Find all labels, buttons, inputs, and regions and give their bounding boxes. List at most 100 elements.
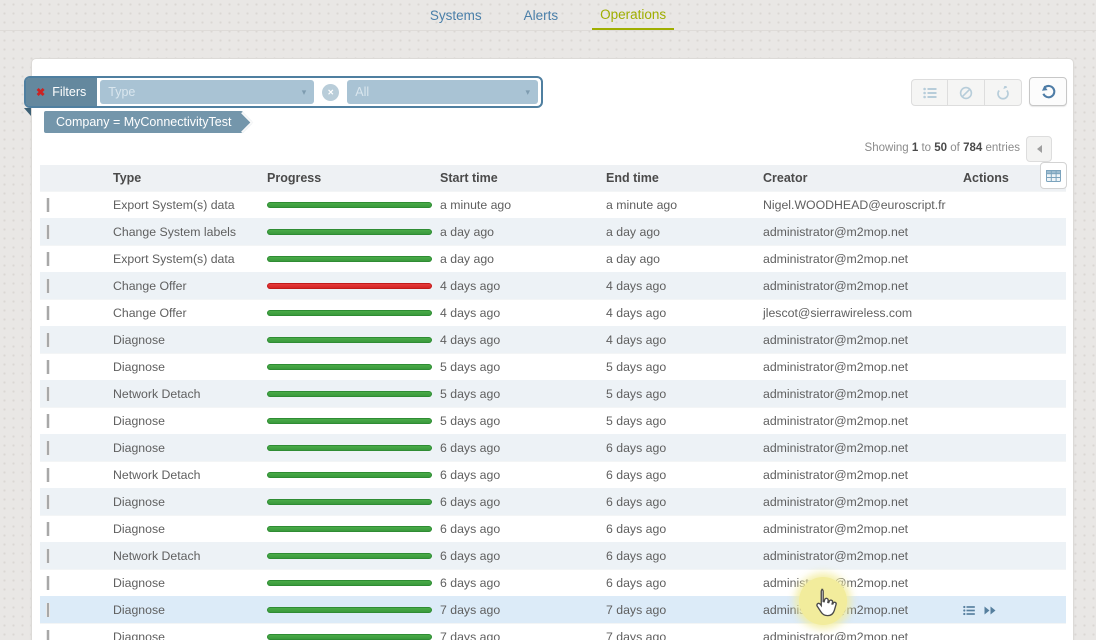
cell-end-time: 7 days ago xyxy=(606,630,667,640)
cancel-button[interactable] xyxy=(948,79,985,106)
table-row[interactable]: Change Offer 4 days ago 4 days ago admin… xyxy=(40,272,1066,299)
retry-button[interactable] xyxy=(985,79,1022,106)
row-checkbox[interactable] xyxy=(47,252,49,266)
table-row[interactable]: Diagnose 4 days ago 4 days ago administr… xyxy=(40,326,1066,353)
showing-to: 50 xyxy=(934,142,948,154)
operations-toolbar xyxy=(911,79,1022,106)
cell-creator: administrator@m2mop.net xyxy=(763,225,909,239)
cancel-circle-icon xyxy=(959,86,973,99)
row-checkbox[interactable] xyxy=(47,360,49,374)
row-checkbox[interactable] xyxy=(47,306,49,320)
row-checkbox[interactable] xyxy=(47,522,49,536)
details-button[interactable] xyxy=(911,79,948,106)
progress-bar xyxy=(267,607,432,613)
cell-type: Diagnose xyxy=(113,333,165,347)
resume-forward-icon[interactable] xyxy=(984,605,997,616)
column-chooser-button[interactable] xyxy=(1040,162,1067,189)
filters-toggle[interactable]: ✖ Filters xyxy=(26,78,98,106)
table-row[interactable]: Network Detach 6 days ago 6 days ago adm… xyxy=(40,542,1066,569)
row-checkbox[interactable] xyxy=(47,603,49,617)
undo-arrow-icon xyxy=(1041,84,1055,99)
tab-systems[interactable]: Systems xyxy=(422,0,490,30)
table-row[interactable]: Diagnose 6 days ago 6 days ago administr… xyxy=(40,515,1066,542)
showing-entries: Showing 1 to 50 of 784 entries xyxy=(864,142,1020,154)
details-list-icon xyxy=(922,87,936,98)
header-type[interactable]: Type xyxy=(105,171,260,185)
table-header: Type Progress Start time End time Creato… xyxy=(40,165,1066,191)
table-row[interactable]: Diagnose 5 days ago 5 days ago administr… xyxy=(40,407,1066,434)
cell-start-time: 6 days ago xyxy=(440,576,501,590)
cell-type: Diagnose xyxy=(113,630,165,640)
undo-button[interactable] xyxy=(1029,77,1067,106)
clear-filters-icon[interactable]: ✖ xyxy=(36,86,45,99)
previous-page-button[interactable] xyxy=(1026,136,1052,162)
cell-start-time: a minute ago xyxy=(440,198,512,212)
progress-bar xyxy=(267,553,432,559)
table-row[interactable]: Diagnose 6 days ago 6 days ago administr… xyxy=(40,434,1066,461)
progress-bar xyxy=(267,499,432,505)
cell-start-time: 6 days ago xyxy=(440,468,501,482)
filter-field-select[interactable]: Type ▾ xyxy=(100,80,315,104)
applied-filters: Company = MyConnectivityTest xyxy=(44,111,254,133)
row-actions xyxy=(963,605,997,616)
header-end-time[interactable]: End time xyxy=(598,171,755,185)
cell-start-time: a day ago xyxy=(440,252,495,266)
table-row[interactable]: Diagnose 6 days ago 6 days ago administr… xyxy=(40,569,1066,596)
tab-alerts[interactable]: Alerts xyxy=(516,0,567,30)
cell-type: Network Detach xyxy=(113,549,201,563)
details-list-icon[interactable] xyxy=(963,605,975,616)
progress-bar xyxy=(267,256,432,262)
cell-type: Diagnose xyxy=(113,441,165,455)
showing-total: 784 xyxy=(963,142,983,154)
filter-operator-icon[interactable]: ✕ xyxy=(322,83,340,101)
filters-label: Filters xyxy=(52,85,87,99)
row-checkbox[interactable] xyxy=(47,387,49,401)
cell-end-time: 6 days ago xyxy=(606,441,667,455)
header-start-time[interactable]: Start time xyxy=(432,171,598,185)
retry-arrow-icon xyxy=(997,85,1009,100)
row-checkbox[interactable] xyxy=(47,441,49,455)
table-row[interactable]: Diagnose 5 days ago 5 days ago administr… xyxy=(40,353,1066,380)
filter-value-value: All xyxy=(355,85,370,99)
cell-creator: administrator@m2mop.net xyxy=(763,468,909,482)
cell-end-time: 5 days ago xyxy=(606,387,667,401)
operations-table: Type Progress Start time End time Creato… xyxy=(40,165,1066,640)
table-row[interactable]: Diagnose 7 days ago 7 days ago administr… xyxy=(40,596,1066,623)
cell-end-time: a minute ago xyxy=(606,198,678,212)
cell-type: Diagnose xyxy=(113,603,165,617)
filter-value-select[interactable]: All ▾ xyxy=(347,80,538,104)
row-checkbox[interactable] xyxy=(47,576,49,590)
cell-end-time: a day ago xyxy=(606,225,661,239)
progress-bar xyxy=(267,634,432,640)
chevron-down-icon: ▾ xyxy=(301,86,307,97)
chevron-down-icon: ▾ xyxy=(525,86,530,97)
left-arrow-icon xyxy=(1036,145,1042,153)
tab-operations[interactable]: Operations xyxy=(592,0,675,30)
progress-bar xyxy=(267,337,432,343)
cell-type: Change Offer xyxy=(113,306,187,320)
row-checkbox[interactable] xyxy=(47,468,49,482)
table-row[interactable]: Network Detach 5 days ago 5 days ago adm… xyxy=(40,380,1066,407)
header-creator[interactable]: Creator xyxy=(755,171,955,185)
row-checkbox[interactable] xyxy=(47,279,49,293)
table-row[interactable]: Network Detach 6 days ago 6 days ago adm… xyxy=(40,461,1066,488)
table-row[interactable]: Export System(s) data a day ago a day ag… xyxy=(40,245,1066,272)
applied-filter-tag[interactable]: Company = MyConnectivityTest xyxy=(44,111,244,133)
row-checkbox[interactable] xyxy=(47,225,49,239)
table-row[interactable]: Change System labels a day ago a day ago… xyxy=(40,218,1066,245)
row-checkbox[interactable] xyxy=(47,495,49,509)
row-checkbox[interactable] xyxy=(47,630,49,640)
row-checkbox[interactable] xyxy=(47,414,49,428)
row-checkbox[interactable] xyxy=(47,549,49,563)
progress-bar xyxy=(267,283,432,289)
table-row[interactable]: Diagnose 7 days ago 7 days ago administr… xyxy=(40,623,1066,640)
progress-bar xyxy=(267,229,432,235)
row-checkbox[interactable] xyxy=(47,198,49,212)
cell-start-time: 6 days ago xyxy=(440,441,501,455)
table-row[interactable]: Diagnose 6 days ago 6 days ago administr… xyxy=(40,488,1066,515)
row-checkbox[interactable] xyxy=(47,333,49,347)
cell-type: Network Detach xyxy=(113,468,201,482)
table-row[interactable]: Export System(s) data a minute ago a min… xyxy=(40,191,1066,218)
header-progress[interactable]: Progress xyxy=(260,171,432,185)
table-row[interactable]: Change Offer 4 days ago 4 days ago jlesc… xyxy=(40,299,1066,326)
